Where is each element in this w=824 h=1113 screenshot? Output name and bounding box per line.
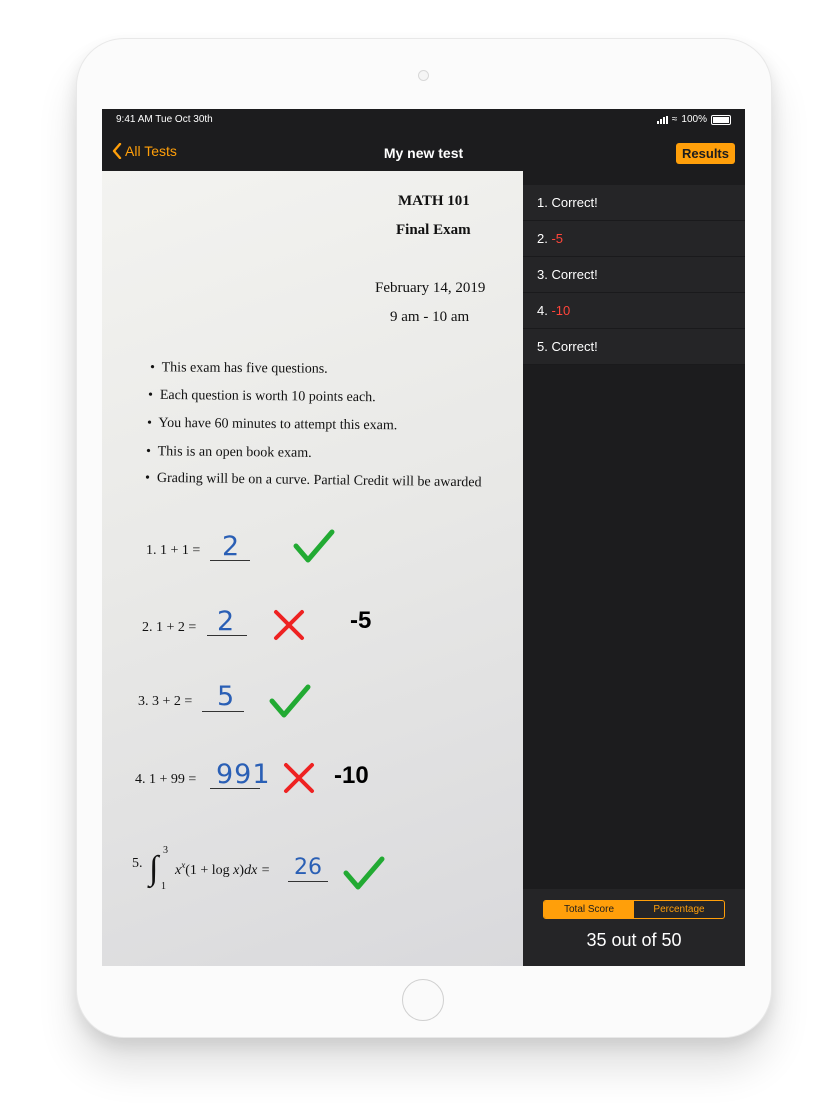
deduction-label: -10 (334, 762, 369, 789)
question-prompt: 5. (132, 856, 143, 871)
answer-line (288, 881, 328, 882)
cross-icon (274, 610, 304, 640)
exam-date: February 14, 2019 (375, 280, 486, 296)
wifi-icon: ≈ (671, 114, 678, 125)
handwritten-answer: 991 (216, 759, 271, 790)
results-panel: 1. Correct! 2. -5 3. Correct! 4. -10 5. … (523, 171, 745, 966)
bullet-item: • This exam has five questions. (149, 360, 328, 377)
exam-time: 9 am - 10 am (390, 309, 470, 325)
score-mode-segmented-control: Total Score Percentage (543, 900, 725, 919)
answer-line (207, 635, 247, 636)
result-row[interactable]: 2. -5 (523, 221, 745, 257)
exam-course: MATH 101 (398, 193, 470, 209)
results-list: 1. Correct! 2. -5 3. Correct! 4. -10 5. … (523, 185, 745, 365)
handwritten-answer: 5 (217, 681, 235, 712)
status-indicators: ≈ 100% (656, 114, 731, 125)
result-row[interactable]: 3. Correct! (523, 257, 745, 293)
question-prompt: 4. 1 + 99 = (135, 772, 197, 787)
bullet-item: • You have 60 minutes to attempt this ex… (146, 415, 398, 434)
exam-photo: MATH 101 Final Exam February 14, 2019 9 … (102, 171, 523, 966)
check-icon (293, 529, 335, 563)
segment-total-score[interactable]: Total Score (544, 901, 634, 918)
bullet-item: • This is an open book exam. (145, 444, 312, 461)
back-button[interactable]: All Tests (112, 143, 177, 159)
exam-name: Final Exam (396, 222, 471, 238)
results-button[interactable]: Results (676, 143, 735, 164)
question-prompt: 2. 1 + 2 = (142, 620, 197, 635)
status-time: 9:41 AM Tue Oct 30th (116, 114, 213, 125)
result-row[interactable]: 1. Correct! (523, 185, 745, 221)
answer-line (202, 711, 244, 712)
back-label: All Tests (125, 143, 177, 159)
total-score: 35 out of 50 (586, 930, 682, 950)
bullet-item: • Each question is worth 10 points each. (147, 387, 376, 406)
home-button[interactable] (402, 979, 444, 1021)
result-row[interactable]: 5. Correct! (523, 329, 745, 365)
answer-line (210, 560, 250, 561)
svg-text:3: 3 (163, 845, 168, 856)
handwritten-answer: 26 (294, 855, 322, 880)
segment-percentage[interactable]: Percentage (634, 901, 724, 918)
status-bar: 9:41 AM Tue Oct 30th ≈ 100% (102, 109, 745, 129)
svg-text:xx(1 + log x)dx =: xx(1 + log x)dx = (174, 860, 270, 878)
svg-text:1: 1 (161, 881, 166, 891)
front-camera (418, 70, 429, 81)
integral-expression: ∫ 3 1 xx(1 + log x)dx = (147, 845, 270, 891)
svg-text:∫: ∫ (147, 850, 161, 889)
question-prompt: 1. 1 + 1 = (146, 543, 201, 558)
check-icon (343, 856, 385, 890)
battery-percent: 100% (681, 114, 707, 125)
battery-icon (711, 114, 731, 125)
screen: 9:41 AM Tue Oct 30th ≈ 100% All Tests My… (102, 109, 745, 966)
result-row[interactable]: 4. -10 (523, 293, 745, 329)
answer-line (210, 788, 260, 789)
bullet-item: • Grading will be on a curve. Partial Cr… (144, 470, 482, 491)
navigation-bar: All Tests My new test Results (102, 129, 745, 171)
score-footer: Total Score Percentage 35 out of 50 (523, 889, 745, 966)
question-prompt: 3. 3 + 2 = (138, 694, 193, 709)
cross-icon (284, 763, 314, 793)
page-title: My new test (383, 145, 464, 161)
handwritten-answer: 2 (217, 606, 235, 637)
signal-icon (656, 115, 668, 124)
check-icon (269, 684, 311, 718)
handwritten-answer: 2 (222, 531, 240, 562)
deduction-label: -5 (350, 607, 372, 634)
chevron-left-icon (112, 143, 122, 159)
